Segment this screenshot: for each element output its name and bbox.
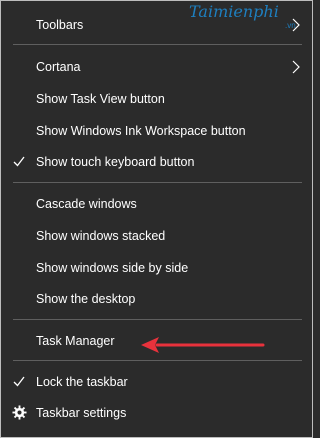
menu-item-taskbar-settings[interactable]: Taskbar settings (1, 399, 312, 427)
menu-item-show-windows-side-by-side[interactable]: Show windows side by side (1, 254, 312, 282)
menu-separator (13, 44, 302, 45)
menu-item-label: Toolbars (36, 18, 84, 32)
gear-icon (12, 399, 28, 427)
menu-separator (13, 360, 302, 361)
menu-item-show-touch-keyboard-button[interactable]: Show touch keyboard button (1, 148, 312, 176)
menu-item-label: Show touch keyboard button (36, 155, 195, 169)
menu-item-label: Lock the taskbar (36, 375, 128, 389)
menu-item-label: Show windows side by side (36, 261, 189, 275)
menu-item-show-windows-ink-workspace-button[interactable]: Show Windows Ink Workspace button (1, 117, 312, 145)
menu-separator (13, 319, 302, 320)
arrow-icon (141, 337, 265, 353)
menu-item-label: Cortana (36, 60, 81, 74)
checkmark-icon (13, 148, 27, 176)
menu-item-cortana[interactable]: Cortana (1, 53, 312, 81)
menu-item-toolbars[interactable]: Toolbars (1, 11, 312, 39)
menu-item-show-task-view-button[interactable]: Show Task View button (1, 85, 312, 113)
checkmark-icon (13, 368, 27, 396)
menu-item-label: Show Windows Ink Workspace button (36, 124, 246, 138)
menu-item-show-the-desktop[interactable]: Show the desktop (1, 285, 312, 313)
chevron-right-icon (292, 53, 302, 81)
menu-item-label: Show Task View button (36, 92, 165, 106)
menu-item-lock-the-taskbar[interactable]: Lock the taskbar (1, 368, 312, 396)
menu-item-label: Show windows stacked (36, 229, 166, 243)
menu-item-show-windows-stacked[interactable]: Show windows stacked (1, 222, 312, 250)
menu-item-label: Show the desktop (36, 292, 136, 306)
menu-item-label: Task Manager (36, 334, 115, 348)
menu-item-label: Cascade windows (36, 197, 137, 211)
menu-item-cascade-windows[interactable]: Cascade windows (1, 190, 312, 218)
menu-separator (13, 182, 302, 183)
chevron-right-icon (292, 11, 302, 39)
menu-item-label: Taskbar settings (36, 406, 127, 420)
taskbar-context-menu: Taimienphi .vn Toolbars Cortana Show Tas… (0, 0, 313, 438)
